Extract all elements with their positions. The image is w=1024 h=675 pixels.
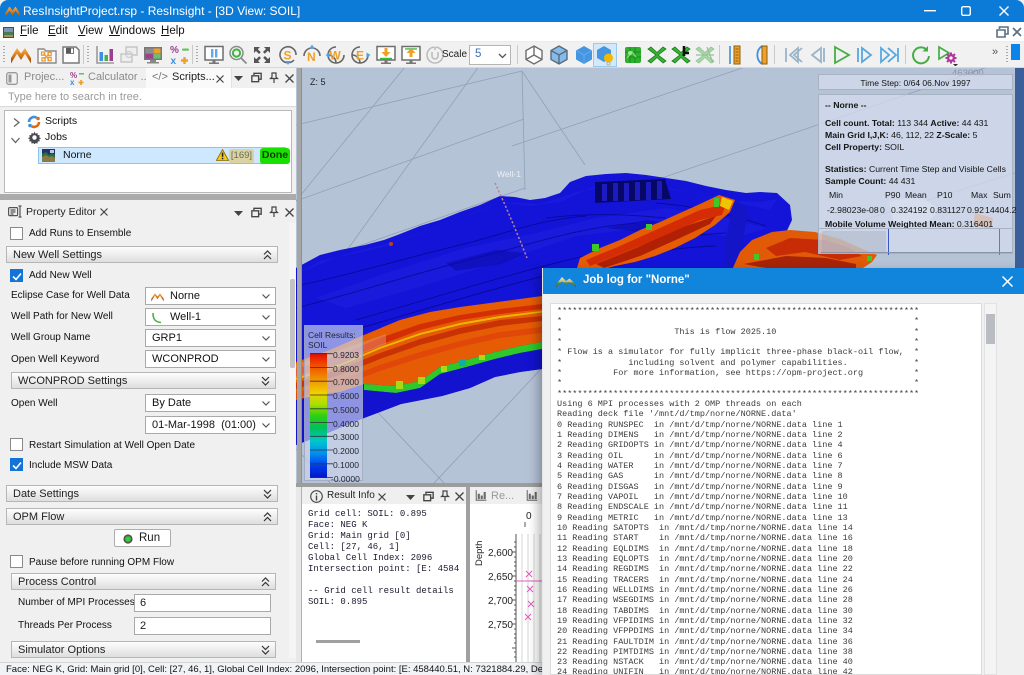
svg-text:x: x: [70, 78, 75, 85]
svg-text:2,700: 2,700: [488, 596, 513, 607]
svg-text:Depth: Depth: [474, 541, 485, 566]
svg-text:2,750: 2,750: [488, 620, 513, 631]
svg-text:Z: 5: Z: 5: [310, 77, 326, 87]
svg-text:N: N: [307, 50, 316, 64]
svg-text:x: x: [171, 56, 177, 66]
svg-text:W: W: [330, 49, 342, 63]
svg-text:%: %: [170, 45, 179, 56]
svg-text:Well-1: Well-1: [497, 169, 521, 179]
svg-text:S: S: [284, 49, 292, 63]
svg-text:0: 0: [526, 511, 532, 522]
svg-text:E: E: [356, 49, 364, 63]
svg-text:2,600: 2,600: [488, 548, 513, 559]
svg-text:2,650: 2,650: [488, 572, 513, 583]
